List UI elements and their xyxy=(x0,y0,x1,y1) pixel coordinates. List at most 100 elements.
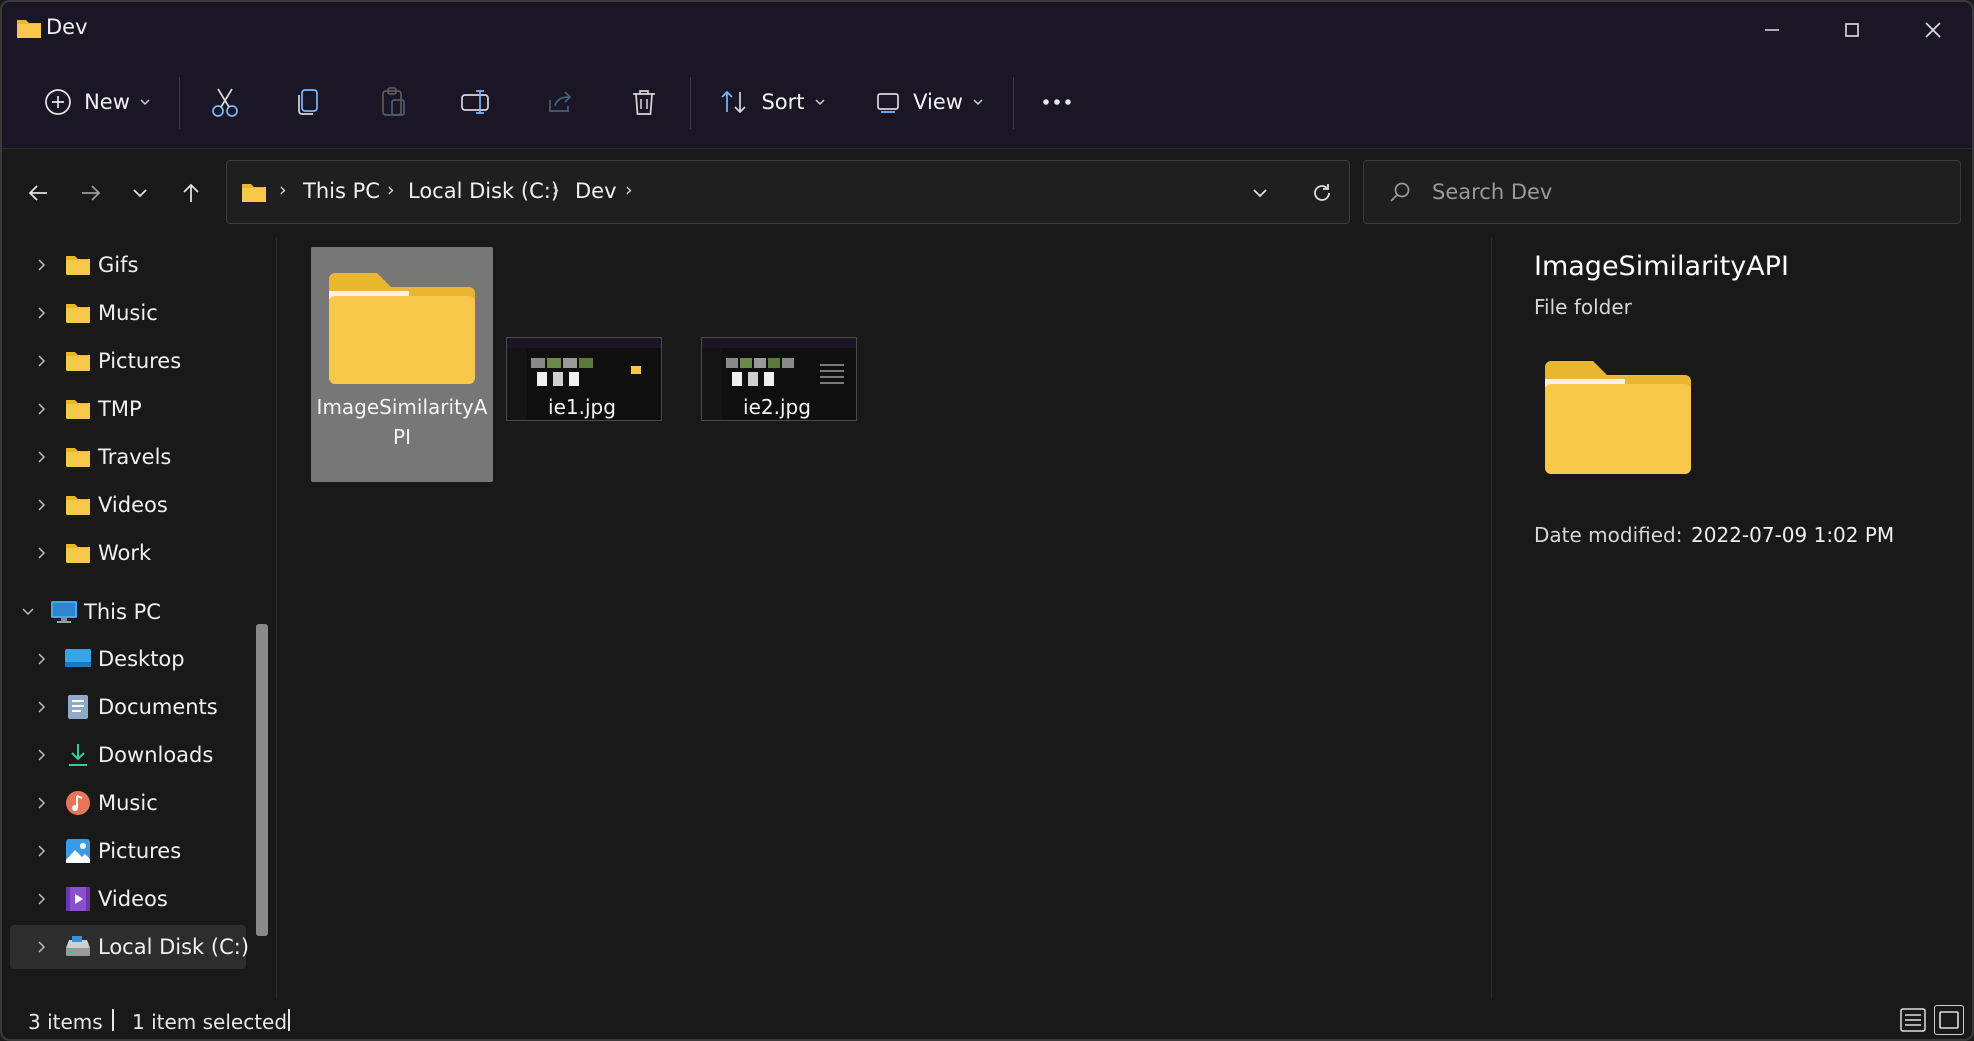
chevron-right-icon xyxy=(38,355,46,367)
sidebar-item-label: Music xyxy=(98,791,158,815)
chevron-right-icon xyxy=(38,941,46,953)
chevron-down-icon xyxy=(140,99,150,106)
sidebar-item-music-folder[interactable]: Music xyxy=(10,291,246,335)
sidebar-item-pictures-folder[interactable]: Pictures xyxy=(10,339,246,383)
sidebar-item-tmp[interactable]: TMP xyxy=(10,387,246,431)
more-icon xyxy=(1043,99,1071,105)
title-bar[interactable]: Dev xyxy=(2,2,1972,57)
delete-button[interactable] xyxy=(619,77,669,127)
separator xyxy=(179,77,180,129)
tiles-view-icon xyxy=(1939,1011,1959,1029)
breadcrumb-separator: › xyxy=(387,179,395,201)
sidebar-item-label: Videos xyxy=(98,493,168,517)
sidebar-scrollbar[interactable] xyxy=(256,624,268,936)
maximize-icon xyxy=(1845,22,1859,37)
search-icon xyxy=(1390,182,1410,202)
file-list: ImageSimilarityA PI ie1.jpg ie2.jpg xyxy=(278,237,1490,999)
sidebar-item-work[interactable]: Work xyxy=(10,531,246,575)
search-input[interactable]: Search Dev xyxy=(1432,180,1552,204)
command-bar: New Sort View xyxy=(2,57,1972,149)
sidebar-item-this-pc[interactable]: This PC xyxy=(2,590,252,634)
item-count: 3 items xyxy=(28,1010,103,1034)
sidebar-item-label: Pictures xyxy=(98,839,182,863)
folder-icon xyxy=(242,184,266,202)
sidebar-item-documents[interactable]: Documents xyxy=(10,685,246,729)
address-bar[interactable]: › This PC › Local Disk (C:) › Dev › xyxy=(226,160,1350,224)
back-button[interactable] xyxy=(16,171,60,215)
refresh-button[interactable] xyxy=(1305,176,1339,210)
chevron-down-icon xyxy=(973,99,983,106)
details-view-button[interactable] xyxy=(1898,1005,1928,1035)
chevron-right-icon xyxy=(38,403,46,415)
sidebar-item-videos-folder[interactable]: Videos xyxy=(10,483,246,527)
folder-icon xyxy=(66,448,90,467)
details-title: ImageSimilarityAPI xyxy=(1534,251,1789,282)
copy-button[interactable] xyxy=(283,77,333,127)
sort-button[interactable]: Sort xyxy=(716,77,830,127)
folder-icon xyxy=(329,273,475,384)
sidebar-item-label: Music xyxy=(98,301,158,325)
folder-icon xyxy=(66,496,90,515)
folder-icon xyxy=(17,20,41,38)
file-item-folder[interactable]: ImageSimilarityA PI xyxy=(311,247,493,482)
sidebar-item-desktop[interactable]: Desktop xyxy=(10,637,246,681)
sidebar-item-travels[interactable]: Travels xyxy=(10,435,246,479)
navigation-pane: Gifs Music Pictures TMP Travels Videos W… xyxy=(2,237,277,999)
sidebar-item-label: Videos xyxy=(98,887,168,911)
chevron-right-icon xyxy=(38,845,46,857)
rename-icon xyxy=(461,90,489,114)
sidebar-item-pictures[interactable]: Pictures xyxy=(10,829,246,873)
sidebar-item-music[interactable]: Music xyxy=(10,781,246,825)
sort-icon xyxy=(721,90,747,114)
chevron-right-icon xyxy=(38,749,46,761)
file-item-ie2[interactable]: ie2.jpg xyxy=(686,247,868,482)
up-button[interactable] xyxy=(169,171,213,215)
breadcrumb-dev[interactable]: Dev xyxy=(575,179,617,203)
list-view-icon xyxy=(1900,1008,1926,1032)
share-button[interactable] xyxy=(535,77,585,127)
search-box[interactable]: Search Dev xyxy=(1363,160,1961,224)
folder-icon xyxy=(66,256,90,275)
folder-icon xyxy=(66,304,90,323)
plus-circle-icon xyxy=(45,89,71,115)
sidebar-item-local-disk[interactable]: Local Disk (C:) xyxy=(10,925,249,969)
selection-count: 1 item selected xyxy=(132,1010,288,1034)
cut-button[interactable] xyxy=(200,77,250,127)
large-icons-view-button[interactable] xyxy=(1934,1005,1964,1035)
view-button[interactable]: View xyxy=(872,77,988,127)
chevron-right-icon xyxy=(38,307,46,319)
close-icon xyxy=(1925,21,1941,38)
status-separator xyxy=(288,1009,290,1031)
maximize-button[interactable] xyxy=(1812,2,1892,57)
download-icon xyxy=(69,744,87,766)
videos-icon xyxy=(66,887,90,911)
close-button[interactable] xyxy=(1893,2,1972,57)
sidebar-item-downloads[interactable]: Downloads xyxy=(10,733,246,777)
file-item-ie1[interactable]: ie1.jpg xyxy=(491,247,673,482)
forward-button[interactable] xyxy=(69,171,113,215)
paste-button[interactable] xyxy=(368,77,418,127)
pictures-icon xyxy=(66,839,90,863)
breadcrumb-separator: › xyxy=(625,179,633,201)
status-bar: 3 items 1 item selected xyxy=(2,999,1972,1039)
minimize-icon xyxy=(1765,28,1779,31)
more-options-button[interactable] xyxy=(1032,77,1082,127)
minimize-button[interactable] xyxy=(1732,2,1812,57)
sidebar-item-label: Travels xyxy=(98,445,172,469)
sidebar-item-label: Desktop xyxy=(98,647,185,671)
sidebar-item-videos[interactable]: Videos xyxy=(10,877,246,921)
new-button[interactable]: New xyxy=(34,77,162,127)
recent-locations-button[interactable] xyxy=(118,171,162,215)
file-name: ImageSimilarityA xyxy=(316,395,488,419)
sidebar-item-gifs[interactable]: Gifs xyxy=(10,243,246,287)
breadcrumb-separator: › xyxy=(552,179,560,201)
rename-button[interactable] xyxy=(451,77,501,127)
sidebar-item-label: Downloads xyxy=(98,743,214,767)
separator xyxy=(690,77,691,129)
chevron-right-icon xyxy=(38,653,46,665)
drive-icon xyxy=(66,936,90,956)
address-dropdown-button[interactable] xyxy=(1243,177,1277,209)
breadcrumb-local-disk[interactable]: Local Disk (C:) xyxy=(408,179,559,203)
folder-icon xyxy=(66,400,90,419)
breadcrumb-this-pc[interactable]: This PC xyxy=(303,179,380,203)
